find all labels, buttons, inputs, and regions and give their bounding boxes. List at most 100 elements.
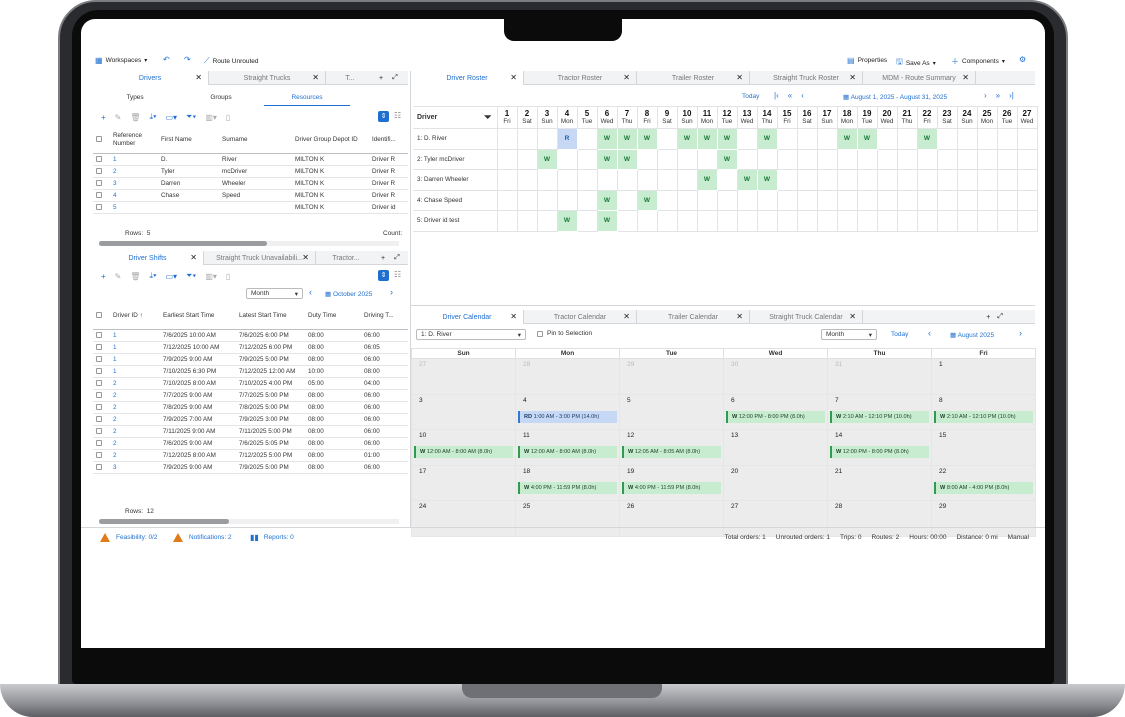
- table-row[interactable]: 2 7/8/2025 9:00 AM 7/8/2025 5:00 PM 08:00 06…: [93, 401, 408, 414]
- pin-to-selection-checkbox[interactable]: Pin to Selection: [537, 330, 592, 337]
- roster-empty-cell[interactable]: [816, 148, 838, 170]
- roster-empty-cell[interactable]: [896, 148, 918, 170]
- table-row[interactable]: 1 7/6/2025 10:00 AM 7/6/2025 6:00 PM 08:00 0…: [93, 329, 408, 342]
- roster-empty-cell[interactable]: [776, 128, 798, 150]
- roster-empty-cell[interactable]: [496, 128, 518, 150]
- table-row[interactable]: 2 7/10/2025 8:00 AM 7/10/2025 4:00 PM 05:00…: [93, 377, 408, 390]
- roster-empty-cell[interactable]: [496, 210, 518, 232]
- calendar-day-cell[interactable]: 7 W 2:10 AM - 12:10 PM (10.0h): [827, 393, 932, 430]
- roster-empty-cell[interactable]: [496, 148, 518, 170]
- roster-empty-cell[interactable]: [696, 210, 718, 232]
- row-checkbox[interactable]: [93, 329, 110, 342]
- chart-icon[interactable]: ▥▾: [205, 272, 217, 281]
- download-icon[interactable]: ⤓▾: [150, 112, 157, 122]
- roster-assignment-cell[interactable]: W: [536, 148, 558, 170]
- select-all-checkbox[interactable]: [93, 303, 110, 330]
- shift-event[interactable]: W 4:00 PM - 11:59 PM (8.0h): [622, 481, 721, 494]
- roster-assignment-cell[interactable]: W: [676, 128, 698, 150]
- roster-empty-cell[interactable]: [976, 169, 998, 191]
- roster-empty-cell[interactable]: [676, 169, 698, 191]
- column-driver-group-depot-id[interactable]: Driver Group Depot ID: [292, 127, 369, 154]
- row-checkbox[interactable]: [93, 437, 110, 450]
- roster-empty-cell[interactable]: [916, 148, 938, 170]
- roster-assignment-cell[interactable]: W: [636, 189, 658, 211]
- prev-month-button[interactable]: ‹: [309, 287, 312, 297]
- delete-icon[interactable]: 🗑: [130, 272, 140, 281]
- roster-empty-cell[interactable]: [956, 169, 978, 191]
- sort-toggle-button[interactable]: ⇕: [378, 111, 389, 122]
- close-icon[interactable]: ✕: [195, 73, 202, 82]
- roster-driver-name[interactable]: 5: Driver id test: [413, 210, 498, 232]
- roster-empty-cell[interactable]: [976, 148, 998, 170]
- last-page-icon[interactable]: ›|: [1009, 91, 1014, 100]
- roster-empty-cell[interactable]: [856, 169, 878, 191]
- row-checkbox[interactable]: [93, 165, 110, 178]
- roster-empty-cell[interactable]: [716, 169, 738, 191]
- roster-assignment-cell[interactable]: W: [716, 148, 738, 170]
- column-driving-time[interactable]: Driving T...: [361, 303, 408, 330]
- subtab-resources[interactable]: Resources: [264, 90, 350, 106]
- row-checkbox[interactable]: [93, 365, 110, 378]
- chevron-left-icon[interactable]: ‹: [801, 91, 804, 100]
- roster-empty-cell[interactable]: [916, 189, 938, 211]
- roster-empty-cell[interactable]: [996, 128, 1018, 150]
- roster-empty-cell[interactable]: [836, 189, 858, 211]
- shift-event[interactable]: W 12:00 PM - 8:00 PM (8.0h): [830, 446, 929, 458]
- calendar-driver-select[interactable]: 1: D. River ▾: [416, 329, 526, 340]
- roster-empty-cell[interactable]: [816, 189, 838, 211]
- roster-empty-cell[interactable]: [996, 148, 1018, 170]
- filter-icon[interactable]: ⏷▾: [186, 271, 196, 281]
- expand-button[interactable]: ⤢: [388, 71, 402, 85]
- row-checkbox[interactable]: [93, 189, 110, 202]
- table-row[interactable]: 1 7/10/2025 6:30 PM 7/12/2025 12:00 AM 10:0…: [93, 365, 408, 378]
- column-first-name[interactable]: First Name: [158, 127, 219, 154]
- roster-empty-cell[interactable]: [536, 169, 558, 191]
- tab-straight-truck-roster[interactable]: Straight Truck Roster ✕: [750, 71, 863, 85]
- calendar-day-cell[interactable]: 5: [619, 393, 724, 430]
- checkbox[interactable]: [537, 330, 543, 337]
- roster-empty-cell[interactable]: [556, 169, 578, 191]
- roster-empty-cell[interactable]: [616, 189, 638, 211]
- add-icon[interactable]: +: [101, 113, 106, 122]
- row-checkbox[interactable]: [93, 377, 110, 390]
- roster-empty-cell[interactable]: [856, 148, 878, 170]
- roster-driver-name[interactable]: 1: D. River: [413, 128, 498, 150]
- roster-assignment-cell[interactable]: R: [556, 128, 578, 150]
- roster-today-button[interactable]: Today: [742, 93, 759, 100]
- edit-icon[interactable]: ✎: [115, 272, 122, 281]
- first-page-icon[interactable]: |‹: [774, 91, 779, 100]
- components-button[interactable]: ＋ Components ▾: [951, 56, 1005, 67]
- double-chevron-right-icon[interactable]: »: [996, 91, 1000, 100]
- roster-empty-cell[interactable]: [516, 189, 538, 211]
- column-driver-id[interactable]: Driver ID ↑: [110, 303, 160, 330]
- roster-empty-cell[interactable]: [836, 210, 858, 232]
- table-row[interactable]: 2 7/6/2025 9:00 AM 7/6/2025 5:05 PM 08:00 06…: [93, 437, 408, 450]
- shift-event[interactable]: W 2:10 AM - 12:10 PM (10.0h): [934, 410, 1033, 423]
- shift-event[interactable]: W 2:10 AM - 12:10 PM (10.0h): [830, 410, 929, 423]
- shift-event[interactable]: W 4:00 PM - 11:59 PM (8.0h): [518, 481, 617, 494]
- roster-assignment-cell[interactable]: W: [596, 148, 618, 170]
- roster-assignment-cell[interactable]: W: [716, 128, 738, 150]
- roster-empty-cell[interactable]: [796, 210, 818, 232]
- next-month-button[interactable]: ›: [390, 287, 393, 297]
- roster-empty-cell[interactable]: [656, 210, 678, 232]
- roster-empty-cell[interactable]: [496, 189, 518, 211]
- subtab-types[interactable]: Types: [92, 90, 178, 106]
- roster-empty-cell[interactable]: [576, 189, 598, 211]
- calendar-day-cell[interactable]: 17: [411, 464, 516, 501]
- roster-empty-cell[interactable]: [716, 210, 738, 232]
- roster-empty-cell[interactable]: [796, 189, 818, 211]
- row-checkbox[interactable]: [93, 461, 110, 474]
- roster-empty-cell[interactable]: [1016, 148, 1038, 170]
- roster-empty-cell[interactable]: [1016, 169, 1038, 191]
- roster-empty-cell[interactable]: [956, 210, 978, 232]
- roster-assignment-cell[interactable]: W: [616, 148, 638, 170]
- add-tab-button[interactable]: +: [376, 251, 390, 265]
- roster-empty-cell[interactable]: [656, 148, 678, 170]
- shifts-month-label[interactable]: ▦ October 2025: [325, 290, 372, 298]
- close-icon[interactable]: ✕: [510, 73, 517, 82]
- roster-empty-cell[interactable]: [796, 128, 818, 150]
- row-checkbox[interactable]: [93, 389, 110, 402]
- row-checkbox[interactable]: [93, 425, 110, 438]
- calendar-day-cell[interactable]: 8 W 2:10 AM - 12:10 PM (10.0h): [931, 393, 1036, 430]
